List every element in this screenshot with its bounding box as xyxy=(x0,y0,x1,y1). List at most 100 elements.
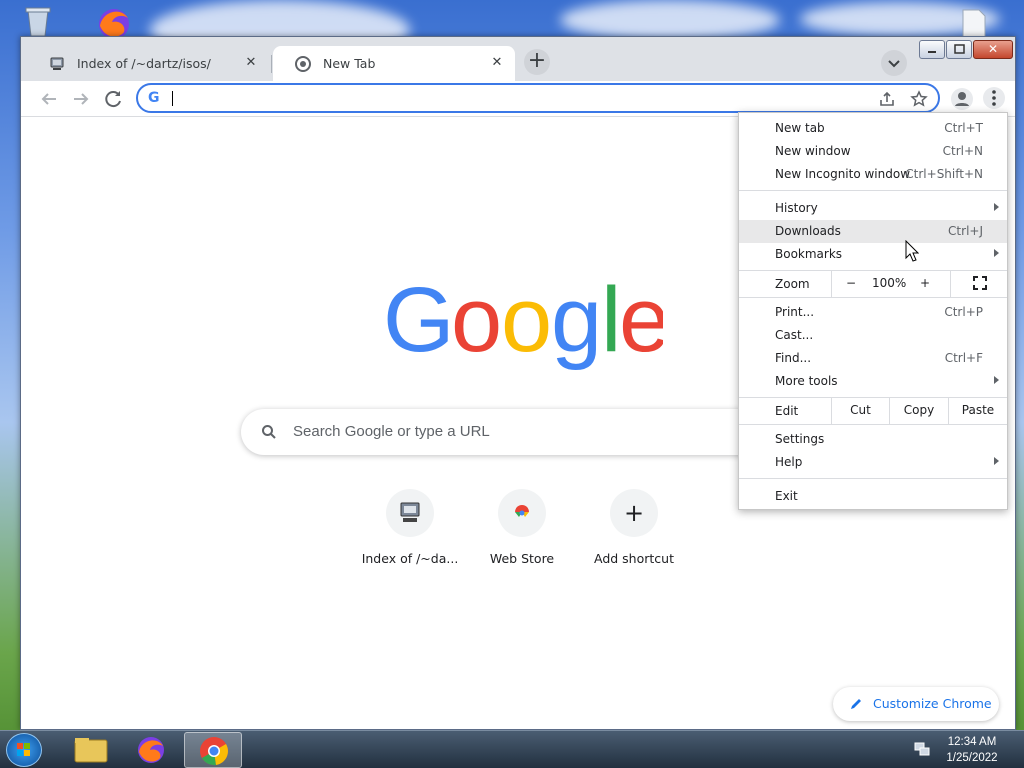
menu-item-label: Help xyxy=(775,455,803,469)
reload-icon xyxy=(105,91,121,108)
menu-divider xyxy=(739,424,1007,425)
chrome-icon xyxy=(200,737,228,766)
copy-label: Copy xyxy=(903,403,935,417)
taskbar-explorer[interactable] xyxy=(62,732,120,768)
tab-new-tab[interactable]: New Tab ✕ xyxy=(273,46,515,81)
folder-icon xyxy=(74,738,108,763)
tab-close-icon[interactable]: ✕ xyxy=(489,55,505,71)
menu-item-label: Cast... xyxy=(775,328,814,342)
bookmark-star-icon[interactable] xyxy=(910,90,928,108)
taskbar-chrome[interactable] xyxy=(184,732,242,768)
reload-button[interactable] xyxy=(101,87,125,111)
minimize-button[interactable] xyxy=(919,40,945,59)
chrome-menu-button[interactable] xyxy=(983,87,1005,109)
search-icon xyxy=(262,425,276,439)
menu-zoom-row: Zoom − 100% + xyxy=(739,271,1007,297)
menu-item-label: Settings xyxy=(775,432,825,446)
edit-label: Edit xyxy=(775,404,799,418)
search-box[interactable]: Search Google or type a URL xyxy=(241,409,801,455)
svg-text:e: e xyxy=(619,275,663,371)
menu-item-shortcut: Ctrl+P xyxy=(944,305,983,319)
paste-label: Paste xyxy=(961,403,995,417)
window-close-button[interactable]: ✕ xyxy=(973,40,1013,59)
submenu-arrow-icon xyxy=(994,457,999,465)
menu-item-label: New tab xyxy=(775,121,825,135)
chrome-menu: New tab Ctrl+T New window Ctrl+N New Inc… xyxy=(738,112,1008,510)
shortcut-label: Index of /~da... xyxy=(361,551,459,566)
menu-item-new-tab[interactable]: New tab Ctrl+T xyxy=(739,117,1007,140)
forward-button[interactable] xyxy=(69,87,93,111)
google-g-icon: G xyxy=(148,90,160,106)
menu-item-bookmarks[interactable]: Bookmarks xyxy=(739,243,1007,266)
address-bar[interactable]: G xyxy=(136,83,940,113)
shortcut-index-dartz[interactable]: Index of /~da... xyxy=(354,489,466,566)
arrow-right-icon xyxy=(74,93,89,105)
firefox-desktop-icon[interactable] xyxy=(94,4,130,40)
tab-close-icon[interactable]: ✕ xyxy=(243,55,259,71)
firefox-icon xyxy=(138,737,164,763)
more-vert-icon xyxy=(992,90,996,106)
text-caret xyxy=(172,91,173,106)
menu-item-incognito[interactable]: New Incognito window Ctrl+Shift+N xyxy=(739,163,1007,186)
menu-edit-row: Edit Cut Copy Paste xyxy=(739,398,1007,424)
taskbar-firefox[interactable] xyxy=(122,732,180,768)
menu-item-print[interactable]: Print... Ctrl+P xyxy=(739,301,1007,324)
start-button[interactable] xyxy=(6,733,42,767)
tab-index-dartz[interactable]: Index of /~dartz/isos/ ✕ xyxy=(27,46,269,81)
menu-item-label: Exit xyxy=(775,489,798,503)
chrome-icon xyxy=(295,56,311,72)
tab-strip: Index of /~dartz/isos/ ✕ New Tab ✕ + ✕ xyxy=(21,37,1015,81)
submenu-arrow-icon xyxy=(994,376,999,384)
menu-item-label: New Incognito window xyxy=(775,167,911,181)
server-icon xyxy=(400,502,420,522)
tab-search-button[interactable] xyxy=(881,50,907,76)
add-shortcut-button[interactable]: + Add shortcut xyxy=(578,489,690,566)
menu-item-find[interactable]: Find... Ctrl+F xyxy=(739,347,1007,370)
search-placeholder: Search Google or type a URL xyxy=(293,423,490,440)
zoom-out-button[interactable]: − xyxy=(846,276,856,290)
paste-button[interactable]: Paste xyxy=(948,398,1007,424)
person-icon xyxy=(955,92,969,106)
copy-button[interactable]: Copy xyxy=(889,398,948,424)
new-tab-button[interactable]: + xyxy=(524,49,550,75)
desktop-cloud xyxy=(560,0,780,40)
tab-title: Index of /~dartz/isos/ xyxy=(77,56,211,71)
menu-item-exit[interactable]: Exit xyxy=(739,485,1007,508)
server-icon xyxy=(49,56,65,72)
menu-item-shortcut: Ctrl+T xyxy=(944,121,983,135)
menu-item-label: More tools xyxy=(775,374,838,388)
share-icon[interactable] xyxy=(878,90,896,108)
system-clock[interactable]: 12:34 AM 1/25/2022 xyxy=(940,734,1004,766)
plus-icon: + xyxy=(623,499,645,527)
menu-item-downloads[interactable]: Downloads Ctrl+J xyxy=(739,220,1007,243)
menu-divider xyxy=(739,190,1007,191)
menu-item-shortcut: Ctrl+N xyxy=(942,144,983,158)
cut-label: Cut xyxy=(850,403,871,417)
shortcut-icon-circle: + xyxy=(610,489,658,537)
menu-item-history[interactable]: History xyxy=(739,197,1007,220)
menu-item-shortcut: Ctrl+J xyxy=(948,224,983,238)
zoom-in-button[interactable]: + xyxy=(920,276,930,290)
profile-button[interactable] xyxy=(951,88,973,110)
menu-item-label: Find... xyxy=(775,351,812,365)
shortcut-label: Web Store xyxy=(489,551,555,566)
restore-icon xyxy=(954,44,965,54)
network-tray-icon[interactable] xyxy=(914,741,930,757)
menu-item-settings[interactable]: Settings xyxy=(739,428,1007,451)
menu-divider xyxy=(739,297,1007,298)
menu-item-cast[interactable]: Cast... xyxy=(739,324,1007,347)
menu-item-more-tools[interactable]: More tools xyxy=(739,370,1007,393)
chevron-down-icon xyxy=(888,60,900,68)
back-button[interactable] xyxy=(37,87,61,111)
cut-button[interactable]: Cut xyxy=(831,398,889,424)
maximize-button[interactable] xyxy=(946,40,972,59)
clock-time: 12:34 AM xyxy=(947,736,997,748)
fullscreen-button[interactable] xyxy=(950,271,1008,297)
menu-item-help[interactable]: Help xyxy=(739,451,1007,474)
shortcut-web-store[interactable]: Web Store xyxy=(466,489,578,566)
svg-text:o: o xyxy=(501,275,552,371)
customize-chrome-button[interactable]: Customize Chrome xyxy=(833,687,999,721)
menu-item-label: Bookmarks xyxy=(775,247,843,261)
menu-item-new-window[interactable]: New window Ctrl+N xyxy=(739,140,1007,163)
menu-item-label: History xyxy=(775,201,818,215)
